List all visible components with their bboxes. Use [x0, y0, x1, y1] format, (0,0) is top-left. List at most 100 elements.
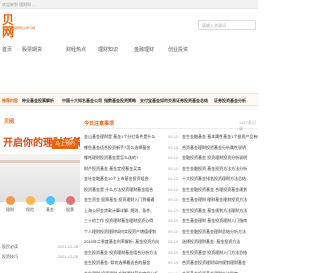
hot-topic[interactable]: 证券投资基金分析: [214, 98, 246, 104]
nav-item-startup[interactable]: 创业投资: [168, 46, 188, 53]
news-link-right[interactable]: 十大投资基金排名投资理财方法总结: [182, 176, 258, 182]
news-date: 09-10: [168, 228, 179, 234]
news-date: 09-10: [168, 249, 179, 255]
quick-link-label: 理财: [6, 207, 14, 212]
news-link-left[interactable]: 金社金融基金10个上市基金投资组合: [84, 176, 167, 182]
nav-item-wealth-knowledge[interactable]: 理财知识: [98, 46, 118, 53]
news-date: 09-10: [168, 165, 179, 171]
news-link-left[interactable]: 个人理财投资理财如何实现资产增值规划: [84, 229, 167, 235]
hot-topics-bar: 推荐内容 种业基金投票解析 中国十大知名基金公司 指数基金投资策略 支付宝基金如…: [0, 93, 258, 106]
news-link-right[interactable]: 合资基金理财投资基金分析属性说明: [182, 145, 258, 151]
hot-topic[interactable]: 推荐内容: [2, 98, 18, 104]
news-row: 三十的工作 投资理财基金理财投资心得 09-10 金生基金理财 基金投资理财入门指南: [82, 217, 258, 228]
site-logo[interactable]: 贝网 专业投资理财知识学习网: [2, 14, 35, 38]
news-row: 财产投资基金 基金定投基金买卖 09-10 金生金融投资 基金投资方法方法分析: [82, 165, 258, 176]
search-input[interactable]: 请输入关键词: [198, 20, 256, 30]
news-link-left[interactable]: 金生资金 股票基金 投资理财入门到精通: [84, 197, 167, 203]
hot-topic[interactable]: 指数基金投资策略: [104, 98, 136, 104]
quick-links: 理财 保险 基金 股票: [0, 196, 80, 216]
news-row: 哪些基金适合投资新手?怎么选择基金 09-10 合资基金理财投资基金分析属性说明: [82, 144, 258, 155]
news-panel: 今日注意事项 1417条记录 金山基金理财是 基金1个分红条件是什么 09-10 金…: [82, 118, 258, 273]
news-row: 金生资金 股票基金 投资理财入门到精通 09-10 金生基金理财 理财基金理财投资方…: [82, 196, 258, 207]
left-news-date: 2021-12-26: [57, 254, 78, 259]
news-link-right[interactable]: 金生投资基金 基金规划方法理财方法: [182, 208, 258, 214]
nav-item-financial[interactable]: 金融理财: [134, 46, 154, 53]
news-row: 个人理财投资理财如何实现资产增值规划 09-10 金生金融投资基金理财总结分析方法: [82, 228, 258, 239]
news-link-left[interactable]: 财产投资基金 基金定投基金买卖: [84, 166, 167, 172]
news-date: 09-10: [168, 197, 179, 202]
news-row: 金生投资基金: 如何选择最适合的基金 09-10 合资基金投资理财如何规划理财基金: [82, 259, 258, 270]
banner-decor-stripe: [0, 160, 80, 163]
news-row: 金生理财 投资理财 金融理财基金定投分析 09-10 合资基金投资基金理财方法指南: [82, 270, 258, 273]
news-link-right[interactable]: 选择投资理财基金: 基金投资方法: [182, 239, 258, 245]
insurance-icon: [25, 196, 35, 205]
news-date: 09-10: [168, 176, 179, 181]
left-news-title: 投资技巧: [2, 254, 18, 259]
news-link-right[interactable]: 金生基金理财 基金投资理财入门指南: [182, 218, 258, 224]
news-date: 09-10: [168, 186, 179, 192]
news-date: 09-10: [168, 218, 179, 223]
news-row: 哪吒理财投资基金是怎么选的? 09-10 金融投资基金 投资理财投资分析说明: [82, 154, 258, 165]
news-date: 09-10: [168, 207, 179, 213]
news-link-right[interactable]: 金生金融投资基金 合理投资基金规划: [182, 187, 258, 193]
news-link-right[interactable]: 金生基金理财 理财基金理财投资方法: [182, 197, 258, 203]
nav-item-stocks[interactable]: 股票期货: [22, 46, 42, 53]
news-link-left[interactable]: 金生投资基金 投资理财基金组合分析方法: [84, 250, 167, 256]
news-panel-title: 今日注意事项: [84, 121, 115, 127]
news-row: 金生投资基金 投资理财基金组合分析方法 09-10 金生投资基金 投资理财入门方法总…: [82, 249, 258, 260]
news-rows: 金山基金理财是 基金1个分红条件是什么 09-10 金生金融基金 基本属性基金1个投…: [82, 133, 258, 273]
quick-link-fund[interactable]: 基金: [40, 196, 60, 213]
news-link-left[interactable]: 2019年二季度基金利率解析: 基金投资方向: [84, 239, 167, 245]
hot-topic[interactable]: 支付宝基金如何交易: [140, 98, 176, 104]
nav-item-finance-news[interactable]: 财经热点: [66, 46, 86, 53]
top-strip-text: 欢迎来到 理财网 ...: [2, 2, 36, 7]
news-date: 09-10: [168, 144, 179, 150]
news-date: 09-10: [168, 239, 179, 244]
quick-link-label: 股票: [66, 207, 74, 212]
left-news-title: 股民必读: [2, 244, 18, 249]
news-link-left[interactable]: 哪些基金适合投资新手?怎么选择基金: [84, 145, 167, 151]
nav-item-home[interactable]: 首页: [2, 46, 12, 53]
banner-brand: 贝网: [4, 119, 15, 125]
news-row: 投资基金是 什么方法投资理财基金组合 09-10 金生金融投资基金 合理投资基金规划: [82, 186, 258, 197]
news-link-left[interactable]: 上海公积金贷款计算详解: 规则、条件、: [84, 208, 167, 214]
quick-link-label: 保险: [26, 207, 34, 212]
quick-link-stock[interactable]: 股票: [60, 196, 80, 213]
news-panel-header: 今日注意事项 1417条记录: [82, 118, 258, 131]
stock-icon: [65, 196, 75, 205]
news-link-right[interactable]: 金生金融投资 基金投资方法方法分析: [182, 166, 258, 172]
news-link-right[interactable]: 金生投资基金 投资理财入门方法总结: [182, 250, 258, 256]
logo-tagline: 专业投资理财知识学习网: [2, 26, 36, 30]
news-link-left[interactable]: 金生投资基金: 如何选择最适合的基金: [84, 260, 167, 266]
left-news-row[interactable]: 投资技巧 2021-12-26: [0, 254, 80, 264]
hot-topic[interactable]: 中国十大知名基金公司: [62, 98, 102, 104]
news-date: 09-10: [168, 260, 179, 265]
news-link-left[interactable]: 哪吒理财投资基金是怎么选的?: [84, 155, 167, 161]
news-link-left[interactable]: 三十的工作 投资理财基金理财投资心得: [84, 218, 167, 224]
hot-topic[interactable]: 种业基金投票解析: [22, 98, 54, 104]
hot-topic[interactable]: 证券投资基金总结: [176, 98, 208, 104]
news-row: 上海公积金贷款计算详解: 规则、条件、 09-10 金生投资基金 基金规划方法理财方…: [82, 207, 258, 218]
quick-link-wealth[interactable]: 理财: [0, 196, 20, 213]
left-news-row[interactable]: 股民必读 2021-12-26: [0, 244, 80, 254]
news-link-left[interactable]: 投资基金是 什么方法投资理财基金组合: [84, 187, 167, 193]
wealth-icon: [5, 196, 15, 205]
news-link-right[interactable]: 金融投资基金 投资理财投资分析说明: [182, 155, 258, 161]
promo-banner[interactable]: 贝网 开启你的理财新篇章! 马上预约: [0, 116, 80, 202]
main-nav: 首页 股票期货 财经热点 理财知识 金融理财 创业投资: [0, 46, 258, 56]
news-row: 金社金融基金10个上市基金投资组合 09-10 十大投资基金排名投资理财方法总结: [82, 175, 258, 186]
banner-cta-button[interactable]: 马上预约: [52, 140, 78, 149]
quick-link-label: 基金: [46, 207, 54, 212]
left-news-list: 股民必读 2021-12-26 投资技巧 2021-12-26: [0, 244, 80, 264]
news-row: 金山基金理财是 基金1个分红条件是什么 09-10 金生金融基金 基本属性基金1个投…: [82, 133, 258, 144]
news-link-left[interactable]: 金山基金理财是 基金1个分红条件是什么: [84, 134, 167, 140]
news-link-right[interactable]: 金生金融基金 基本属性基金1个投资产品有哪些: [182, 134, 258, 140]
news-link-right[interactable]: 合资基金投资理财如何规划理财基金: [182, 260, 258, 266]
news-link-right[interactable]: 金生金融投资基金理财总结分析方法: [182, 229, 258, 235]
news-panel-count: 1417条记录: [239, 120, 256, 131]
left-news-date: 2021-12-26: [57, 244, 78, 249]
top-strip: 欢迎来到 理财网 ...: [0, 0, 258, 9]
news-row: 2019年二季度基金利率解析: 基金投资方向 09-10 选择投资理财基金: 基金投…: [82, 238, 258, 249]
news-date: 09-10: [168, 134, 179, 139]
quick-link-insurance[interactable]: 保险: [20, 196, 40, 213]
